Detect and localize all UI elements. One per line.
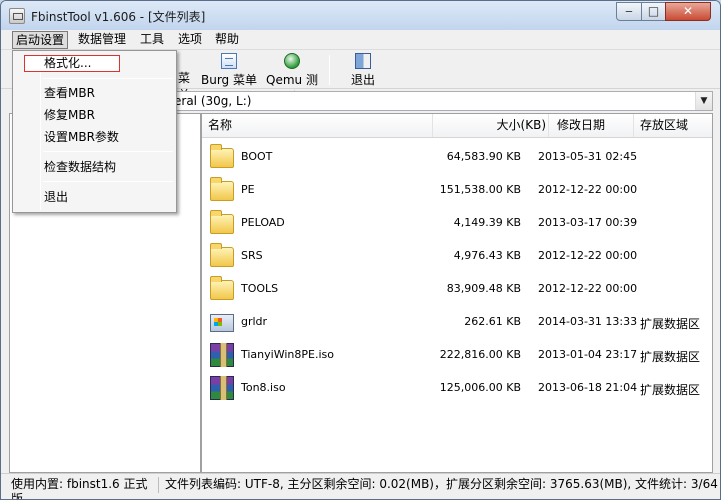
status-bar: 使用内置: fbinst1.6 正式版 文件列表编码: UTF-8, 主分区剩余…: [1, 473, 720, 499]
file-area: 扩展数据区: [640, 350, 701, 364]
burg-menu-icon: [221, 53, 237, 69]
toolbar-separator: [329, 55, 330, 85]
device-select-value: eral (30g, L:): [174, 94, 252, 108]
file-row[interactable]: BOOT 64,583.90 KB 2013-05-31 02:45: [202, 141, 712, 174]
menu-separator: [43, 78, 173, 79]
window-title: FbinstTool v1.606 - [文件列表]: [31, 10, 206, 24]
file-name: SRS: [241, 249, 263, 262]
column-header-date[interactable]: 修改日期: [549, 114, 634, 137]
file-date: 2014-03-31 13:33: [538, 315, 638, 328]
menu-help[interactable]: 帮助: [212, 31, 242, 49]
burg-menu-button[interactable]: Burg 菜单: [201, 52, 257, 88]
menu-tools[interactable]: 工具: [137, 31, 167, 49]
menu-item-format[interactable]: 格式化...: [24, 55, 120, 72]
folder-icon: [210, 144, 236, 169]
column-header-name[interactable]: 名称: [202, 114, 433, 137]
file-date: 2013-05-31 02:45: [538, 150, 638, 163]
file-name: TOOLS: [241, 282, 279, 295]
file-date: 2013-03-17 00:39: [538, 216, 638, 229]
file-row[interactable]: PELOAD 4,149.39 KB 2013-03-17 00:39: [202, 207, 712, 240]
archive-icon: [210, 376, 236, 400]
menu-item-check-data-structure[interactable]: 检查数据结构: [15, 157, 174, 178]
menu-separator: [43, 151, 173, 152]
file-size: 64,583.90 KB: [446, 150, 521, 163]
menu-item-mbr-params[interactable]: 设置MBR参数: [15, 127, 174, 148]
file-row[interactable]: PE 151,538.00 KB 2012-12-22 00:00: [202, 174, 712, 207]
file-size: 151,538.00 KB: [439, 183, 521, 196]
file-date: 2012-12-22 00:00: [538, 249, 638, 262]
menu-item-view-mbr[interactable]: 查看MBR: [15, 83, 174, 104]
file-size: 262.61 KB: [464, 315, 521, 328]
executable-icon: [210, 310, 236, 334]
file-name: grldr: [241, 315, 268, 328]
chevron-down-icon[interactable]: ▼: [695, 92, 712, 110]
file-size: 4,976.43 KB: [453, 249, 521, 262]
menu-options[interactable]: 选项: [175, 31, 205, 49]
menu-boot-settings[interactable]: 启动设置: [12, 31, 69, 49]
file-list-header: 名称 大小(KB) 修改日期 存放区域: [202, 114, 712, 138]
file-size: 222,816.00 KB: [439, 348, 521, 361]
exit-icon: [355, 53, 371, 69]
file-date: 2012-12-22 00:00: [538, 183, 638, 196]
status-space-info: 文件列表编码: UTF-8, 主分区剩余空间: 0.02(MB)，扩展分区剩余空…: [165, 477, 718, 491]
folder-icon: [210, 243, 236, 268]
menu-bar: 启动设置 数据管理 工具 选项 帮助: [1, 30, 720, 50]
file-list[interactable]: 名称 大小(KB) 修改日期 存放区域 BOOT 64,583.90 KB 20…: [201, 113, 713, 473]
file-size: 83,909.48 KB: [446, 282, 521, 295]
maximize-button[interactable]: □: [641, 2, 666, 21]
file-row[interactable]: SRS 4,976.43 KB 2012-12-22 00:00: [202, 240, 712, 273]
exit-label: 退出: [350, 73, 375, 87]
qemu-test-button[interactable]: Qemu 测试: [262, 52, 322, 104]
file-name: Ton8.iso: [241, 381, 286, 394]
file-area: 扩展数据区: [640, 383, 701, 397]
file-date: 2012-12-22 00:00: [538, 282, 638, 295]
boot-settings-menu: 格式化... 查看MBR 修复MBR 设置MBR参数 检查数据结构 退出: [12, 50, 177, 213]
column-header-size[interactable]: 大小(KB): [433, 114, 549, 137]
burg-menu-label: Burg 菜单: [201, 73, 257, 87]
file-row[interactable]: TianyiWin8PE.iso 222,816.00 KB 2013-01-0…: [202, 339, 712, 372]
folder-icon: [210, 276, 236, 301]
app-icon[interactable]: [9, 8, 25, 24]
file-row[interactable]: Ton8.iso 125,006.00 KB 2013-06-18 21:04 …: [202, 372, 712, 405]
menu-data-management[interactable]: 数据管理: [75, 31, 129, 49]
exit-button[interactable]: 退出: [345, 52, 381, 88]
column-header-area[interactable]: 存放区域: [634, 114, 714, 137]
qemu-icon: [284, 53, 300, 69]
app-window: FbinstTool v1.606 - [文件列表] ‒ □ ✕ 启动设置 数据…: [0, 0, 721, 500]
menu-item-exit[interactable]: 退出: [15, 187, 174, 208]
minimize-button[interactable]: ‒: [616, 2, 642, 21]
status-builtin-version: 使用内置: fbinst1.6 正式版: [9, 477, 159, 499]
folder-icon: [210, 210, 236, 235]
file-date: 2013-01-04 23:17: [538, 348, 638, 361]
file-row[interactable]: grldr 262.61 KB 2014-03-31 13:33 扩展数据区: [202, 306, 712, 339]
file-row[interactable]: TOOLS 83,909.48 KB 2012-12-22 00:00: [202, 273, 712, 306]
folder-icon: [210, 177, 236, 202]
file-name: BOOT: [241, 150, 273, 163]
file-size: 4,149.39 KB: [453, 216, 521, 229]
title-bar: FbinstTool v1.606 - [文件列表] ‒ □ ✕: [1, 1, 720, 30]
file-area: 扩展数据区: [640, 317, 701, 331]
file-name: PE: [241, 183, 255, 196]
menu-item-repair-mbr[interactable]: 修复MBR: [15, 105, 174, 126]
archive-icon: [210, 343, 236, 367]
file-name: TianyiWin8PE.iso: [241, 348, 334, 361]
device-select[interactable]: eral (30g, L:) ▼: [165, 91, 713, 111]
menu-separator: [43, 181, 173, 182]
file-name: PELOAD: [241, 216, 285, 229]
close-button[interactable]: ✕: [665, 2, 711, 21]
file-date: 2013-06-18 21:04: [538, 381, 638, 394]
file-size: 125,006.00 KB: [439, 381, 521, 394]
